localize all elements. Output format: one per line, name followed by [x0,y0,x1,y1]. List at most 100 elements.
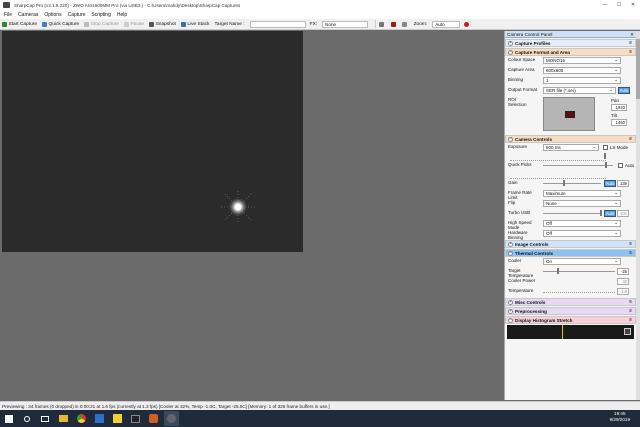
close-button[interactable]: ✕ [626,0,640,10]
tilt-input[interactable]: 1460 [611,119,627,126]
menu-icon[interactable]: ≡ [629,317,632,323]
turbo-usb-auto-button[interactable]: Auto [604,210,616,217]
windows-start-icon[interactable] [2,411,17,426]
menu-scripting[interactable]: Scripting [91,12,110,18]
task-view-icon[interactable] [38,411,53,426]
turbo-usb-thumb[interactable] [600,210,602,216]
turbo-usb-label: Turbo USB [508,210,531,215]
media-player-icon[interactable] [146,411,161,426]
stop-capture-icon [84,21,90,27]
sharpcap-taskbar-icon[interactable] [163,411,179,426]
roi-preview[interactable] [543,97,595,131]
gain-slider[interactable] [543,183,601,184]
target-temperature-slider[interactable] [543,271,615,272]
menu-icon[interactable]: ≡ [629,49,632,55]
cooler-power-label: Cooler Power [508,278,536,283]
section-display-histogram[interactable]: − Display Histogram Stretch ≡ [505,316,636,324]
menu-icon[interactable]: ≡ [629,241,632,247]
menu-icon[interactable]: ≡ [629,40,632,46]
output-format-row: Output Format SER file (*.ser)Auto [505,86,636,96]
start-capture-button[interactable]: Start Capture [2,21,37,27]
section-preprocessing[interactable]: + Preprocessing ≡ [505,307,636,315]
colour-space-select[interactable]: MONO16 [543,57,621,64]
panel-close-icon[interactable]: ✕ [630,31,634,38]
temperature-bar [543,292,615,294]
snapshot-label: Snapshot [155,21,176,27]
roi-selection-box[interactable] [565,111,575,118]
menu-file[interactable]: File [4,12,12,18]
target-name-input[interactable] [249,20,306,28]
exposure-slider-thumb[interactable] [604,153,606,159]
section-misc-controls[interactable]: + Misc Controls ≡ [505,298,636,306]
gain-auto-button[interactable]: Auto [604,180,616,187]
zoom-select[interactable]: Auto [432,20,461,28]
system-clock[interactable]: 19:45 9/29/2019 [610,411,630,423]
scrollbar-thumb[interactable] [636,39,640,99]
live-stack-label: Live Stack [187,21,210,27]
panel-scrollbar[interactable] [636,31,640,400]
menu-icon[interactable]: ≡ [629,250,632,256]
menu-help[interactable]: Help [117,12,127,18]
exposure-select[interactable]: 500 ms [543,144,599,151]
menu-cameras[interactable]: Cameras [18,12,38,18]
flip-select[interactable]: None [543,200,621,207]
stop-capture-button[interactable]: Stop Capture [84,21,119,27]
output-format-select[interactable]: SER file (*.ser) [543,87,616,94]
histogram-tool-icon[interactable] [624,328,631,335]
turbo-usb-slider[interactable] [543,213,601,214]
turbo-usb-value-input[interactable]: 100 [617,210,629,217]
terminal-icon[interactable] [128,411,143,426]
section-image-controls[interactable]: + Image Controls ≡ [505,240,636,248]
quick-picks-auto-checkbox[interactable] [618,163,623,168]
color-swatch-icon[interactable] [390,21,398,27]
gain-slider-thumb[interactable] [563,180,566,186]
quick-picks-slider[interactable] [543,165,613,166]
menu-icon[interactable]: ≡ [629,299,632,305]
histogram-marker[interactable] [562,325,563,339]
target-temperature-input[interactable]: -25 [617,268,629,275]
gain-value-input[interactable]: 139 [617,180,629,187]
histogram-view[interactable] [507,325,634,339]
frame-rate-select[interactable]: Maximum [543,190,621,197]
start-capture-icon [2,21,7,27]
file-explorer-icon[interactable] [56,411,71,426]
hardware-binning-select[interactable]: Off [543,230,621,237]
crosshair-icon[interactable] [402,21,409,27]
maximize-button[interactable]: ☐ [612,0,626,10]
minimize-button[interactable]: — [598,0,612,10]
menu-options[interactable]: Options [44,12,61,18]
section-capture-profiles[interactable]: + Capture Profiles ≡ [505,39,636,47]
high-speed-select[interactable]: Off [543,220,621,227]
menu-capture[interactable]: Capture [68,12,86,18]
search-icon[interactable] [20,411,35,426]
capture-area-select[interactable]: 800x600 [543,67,621,74]
pan-input[interactable]: 1920 [611,104,627,111]
fx-select[interactable]: None [322,20,369,28]
cooler-select[interactable]: On [543,258,621,265]
lx-mode-checkbox[interactable] [603,145,608,150]
menu-icon[interactable]: ≡ [629,308,632,314]
quick-capture-button[interactable]: Quick Capture [42,21,79,27]
stop-capture-label: Stop Capture [90,21,119,27]
chrome-icon[interactable] [74,411,89,426]
app-icon-grid[interactable] [92,411,107,426]
binning-select[interactable]: 1 [543,77,621,84]
menu-icon[interactable]: ≡ [629,136,632,142]
snapshot-button[interactable]: Snapshot [149,21,176,27]
sticky-notes-icon[interactable] [110,411,125,426]
section-thermal-controls[interactable]: − Thermal Controls ≡ [505,249,636,257]
histogram-icon[interactable] [379,21,386,27]
collapse-icon: − [508,317,513,323]
live-stack-button[interactable]: Live Stack [180,21,210,27]
preview-image[interactable] [2,31,303,252]
stack-icon [180,21,186,27]
output-auto-button[interactable]: Auto [618,87,630,94]
section-capture-format[interactable]: − Capture Format and Area ≡ [505,48,636,56]
pause-button[interactable]: Pause [123,21,144,27]
target-temperature-thumb[interactable] [557,268,560,274]
expand-icon: + [508,40,513,46]
quick-picks-thumb[interactable] [605,162,607,168]
red-dot-icon[interactable] [464,21,471,27]
pause-icon [123,21,129,27]
section-camera-controls[interactable]: − Camera Controls ≡ [505,135,636,143]
